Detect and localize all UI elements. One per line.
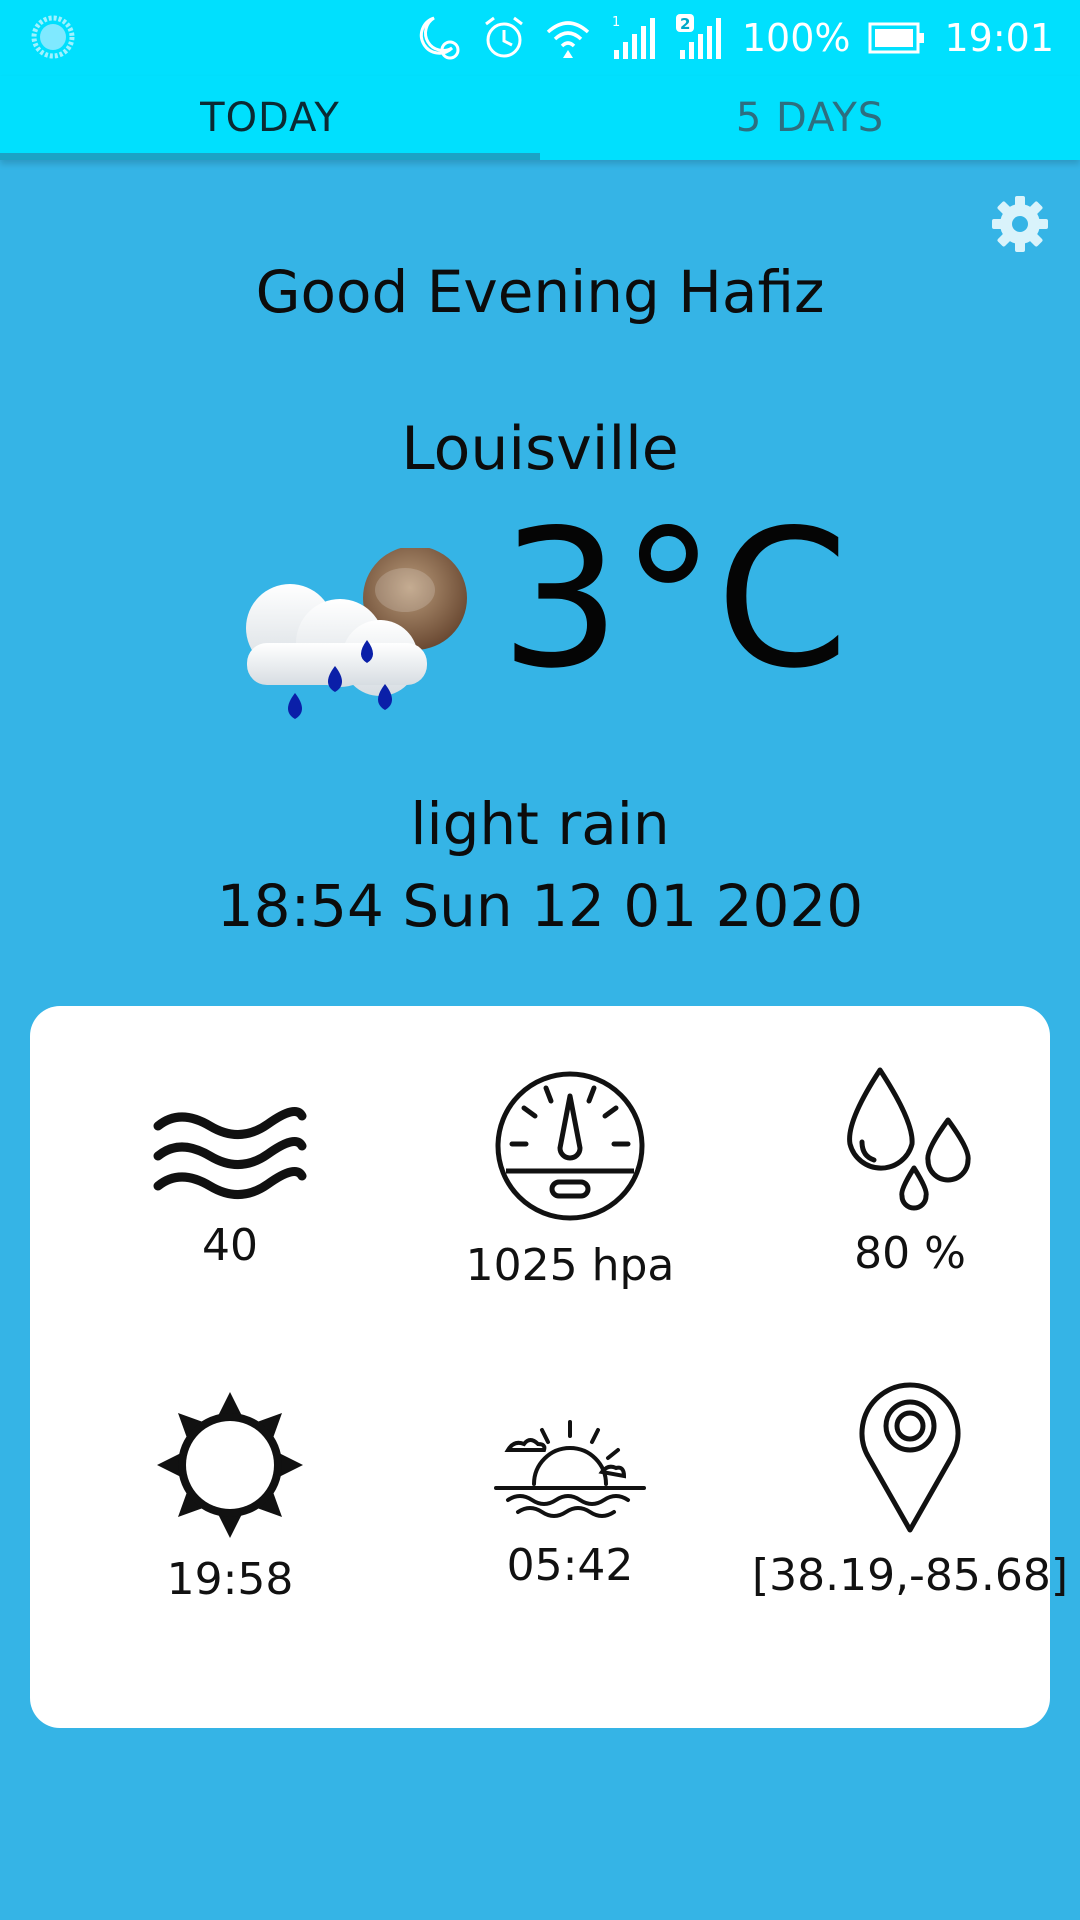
status-icons: 1 2 100% 19:01 [412, 0, 1054, 76]
location-detail: [38.19,-85.68] [740, 1382, 1080, 1686]
svg-text:1: 1 [612, 15, 620, 30]
sunset-value: 19:58 [166, 1554, 294, 1605]
location-pin-icon [859, 1382, 961, 1533]
humidity-detail: 80 % [740, 1067, 1080, 1356]
sun-icon [157, 1392, 303, 1538]
rain-cloud-moon-icon [246, 548, 467, 719]
wind-detail: 40 [60, 1096, 400, 1356]
temperature: 3°C [500, 489, 849, 710]
coordinates-value: [38.19,-85.68] [751, 1550, 1069, 1601]
signal-sim2-icon: 2 [675, 14, 721, 59]
humidity-value: 80 % [854, 1228, 966, 1279]
loading-icon [31, 15, 75, 59]
signal-sim1-icon: 1 [612, 15, 655, 59]
pressure-detail: 1025 hpa [400, 1071, 740, 1356]
wind-value: 40 [202, 1220, 258, 1271]
sunset-detail: 19:58 [60, 1392, 400, 1686]
barometer-icon [495, 1071, 645, 1221]
alarm-icon [484, 16, 523, 58]
gear-icon[interactable] [990, 194, 1050, 254]
wifi-icon [546, 21, 590, 58]
details-card: 40 1025 hpa 80 % 19:58 05:42 [38.19,-85.… [30, 1006, 1068, 1728]
date-time: 18:54 Sun 12 01 2020 [216, 872, 864, 940]
city-name: Louisville [401, 414, 679, 484]
wind-icon [153, 1107, 307, 1199]
sunrise-detail: 05:42 [400, 1420, 740, 1686]
tab-today[interactable]: TODAY [0, 76, 540, 160]
sunrise-value: 05:42 [506, 1540, 634, 1591]
tab-indicator [0, 153, 540, 160]
drops-icon [847, 1067, 971, 1211]
svg-text:2: 2 [680, 15, 690, 33]
weather-condition: light rain [410, 790, 670, 858]
pressure-value: 1025 hpa [465, 1240, 675, 1291]
moon-alarm-icon [419, 16, 460, 60]
sunrise-icon [494, 1420, 646, 1518]
tab-bar: TODAY 5 DAYS [0, 76, 1080, 160]
clock: 19:01 [944, 16, 1054, 60]
greeting-text: Good Evening Hafiz [255, 258, 825, 326]
battery-icon [868, 22, 925, 54]
battery-percent: 100% [741, 16, 851, 60]
status-bar: 1 2 100% 19:01 [0, 0, 1080, 76]
tab-5-days[interactable]: 5 DAYS [540, 76, 1080, 160]
